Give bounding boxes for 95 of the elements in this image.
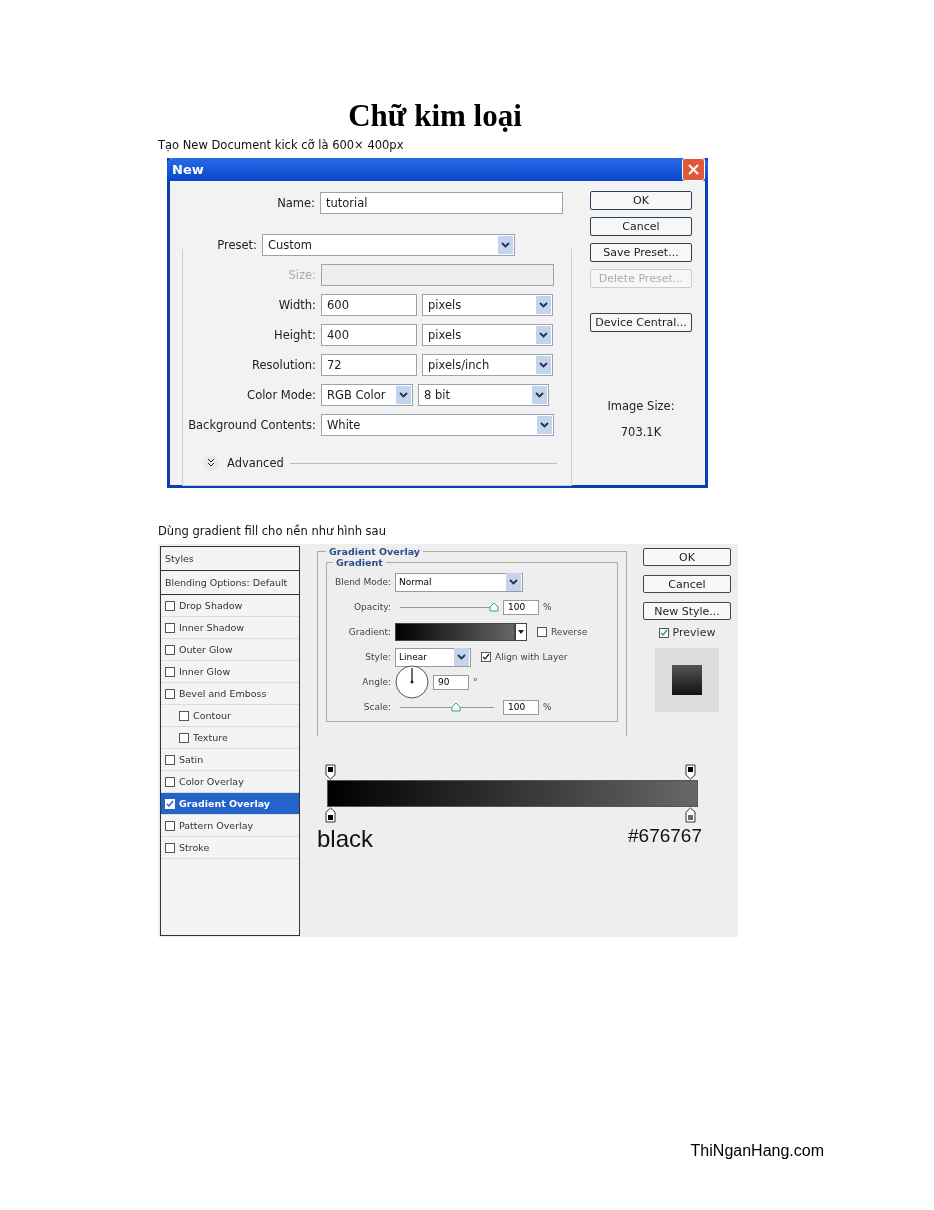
field-label: Background Contents: xyxy=(187,418,316,432)
checkbox-label: Align with Layer xyxy=(495,652,568,662)
style-item[interactable]: Satin xyxy=(161,749,299,771)
section-title: Gradient Overlay xyxy=(328,546,421,557)
caption: Dùng gradient fill cho nền như hình sau xyxy=(158,524,387,538)
field-label: Preset: xyxy=(216,238,257,252)
dialog-button[interactable]: Save Preset... xyxy=(590,243,692,262)
slider-thumb[interactable] xyxy=(451,702,462,712)
expand-icon[interactable] xyxy=(203,455,219,471)
field-label: Scale: xyxy=(362,702,391,712)
field-label: Height: xyxy=(273,328,316,342)
dialog-button[interactable]: OK xyxy=(643,548,731,566)
field-label: Resolution: xyxy=(251,358,316,372)
dropdown[interactable]: Normal xyxy=(395,572,523,592)
field-label: Color Mode: xyxy=(246,388,316,402)
caption: Tạo New Document kick cỡ là 600× 400px xyxy=(158,138,405,152)
field-label: Opacity: xyxy=(353,602,391,612)
checkbox[interactable] xyxy=(165,600,175,611)
dropdown[interactable]: RGB Color xyxy=(321,384,413,406)
dropdown[interactable]: Custom xyxy=(262,234,515,256)
section-label: Advanced xyxy=(227,456,282,470)
input-field[interactable]: 600 xyxy=(321,294,417,316)
style-item[interactable]: Stroke xyxy=(161,837,299,859)
opacity-stop-icon[interactable] xyxy=(325,764,336,780)
field-label: Size: xyxy=(287,268,316,282)
field-label: Angle: xyxy=(361,677,391,687)
unit-label: ° xyxy=(473,677,478,687)
image-size-label: Image Size: xyxy=(607,399,675,413)
dialog-button[interactable]: OK xyxy=(590,191,692,210)
style-item[interactable]: Inner Shadow xyxy=(161,617,299,639)
checkbox[interactable] xyxy=(537,627,547,637)
dropdown[interactable]: pixels xyxy=(422,324,553,346)
field-label: Name: xyxy=(276,196,315,210)
image-size-value: 703.1K xyxy=(620,425,662,439)
close-button[interactable] xyxy=(682,158,705,181)
checkbox[interactable] xyxy=(165,666,175,677)
checkbox[interactable] xyxy=(179,732,189,743)
style-item[interactable]: Drop Shadow xyxy=(161,595,299,617)
stop-label: #676767 xyxy=(628,825,702,848)
gradient-swatch[interactable] xyxy=(395,623,515,641)
checkbox[interactable] xyxy=(165,622,175,633)
stop-label: black xyxy=(317,825,374,853)
dialog-button[interactable]: Device Central... xyxy=(590,313,692,332)
input-field[interactable]: 72 xyxy=(321,354,417,376)
dropdown[interactable]: pixels/inch xyxy=(422,354,553,376)
style-item[interactable]: Texture xyxy=(161,727,299,749)
checkbox[interactable] xyxy=(658,627,669,638)
input-field[interactable]: 100 xyxy=(503,599,539,615)
style-item[interactable]: Contour xyxy=(161,705,299,727)
unit-label: % xyxy=(543,602,552,612)
dialog-button[interactable]: Cancel xyxy=(643,575,731,593)
input-field[interactable]: 90 xyxy=(433,674,469,690)
page-title: Chữ kim loại xyxy=(347,98,523,134)
section-title: Gradient xyxy=(335,557,384,568)
checkbox-label: Reverse xyxy=(551,627,588,637)
style-item[interactable]: Gradient Overlay xyxy=(161,793,299,815)
style-item[interactable]: Blending Options: Default xyxy=(161,571,299,595)
checkbox[interactable] xyxy=(165,820,175,831)
dropdown[interactable]: pixels xyxy=(422,294,553,316)
field-label: Gradient: xyxy=(347,627,391,637)
input-field[interactable]: 400 xyxy=(321,324,417,346)
checkbox[interactable] xyxy=(165,688,175,699)
color-stop-icon[interactable] xyxy=(685,807,696,823)
checkbox[interactable] xyxy=(165,754,175,765)
unit-label: % xyxy=(543,702,552,712)
dropdown[interactable]: 8 bit xyxy=(418,384,549,406)
dialog-button[interactable]: Cancel xyxy=(590,217,692,236)
input-field[interactable]: 100 xyxy=(503,699,539,715)
window-title: New xyxy=(172,162,204,177)
style-item[interactable]: Bevel and Emboss xyxy=(161,683,299,705)
checkbox[interactable] xyxy=(165,644,175,655)
slider-thumb[interactable] xyxy=(489,602,499,612)
footer-text: ThiNganHang.com xyxy=(689,1142,824,1160)
dropdown[interactable]: Linear xyxy=(395,647,471,667)
field-label: Style: xyxy=(364,652,391,662)
checkbox[interactable] xyxy=(179,710,189,721)
preview-square xyxy=(672,665,702,695)
checkbox[interactable] xyxy=(165,842,175,853)
style-item[interactable]: Inner Glow xyxy=(161,661,299,683)
field-label: Blend Mode: xyxy=(333,577,391,587)
angle-dial[interactable] xyxy=(395,665,429,699)
dialog-button: Delete Preset... xyxy=(590,269,692,288)
checkbox[interactable] xyxy=(481,652,491,662)
style-item[interactable]: Pattern Overlay xyxy=(161,815,299,837)
checkbox[interactable] xyxy=(165,776,175,787)
style-item[interactable]: Styles xyxy=(161,547,299,571)
dropdown[interactable]: White xyxy=(321,414,554,436)
checkbox-label: Preview xyxy=(672,626,716,639)
color-stop-icon[interactable] xyxy=(325,807,336,823)
dialog-button[interactable]: New Style... xyxy=(643,602,731,620)
opacity-stop-icon[interactable] xyxy=(685,764,696,780)
field-label: Width: xyxy=(277,298,316,312)
name-field[interactable]: tutorial xyxy=(320,192,563,214)
close-icon xyxy=(688,164,699,175)
style-item[interactable]: Outer Glow xyxy=(161,639,299,661)
